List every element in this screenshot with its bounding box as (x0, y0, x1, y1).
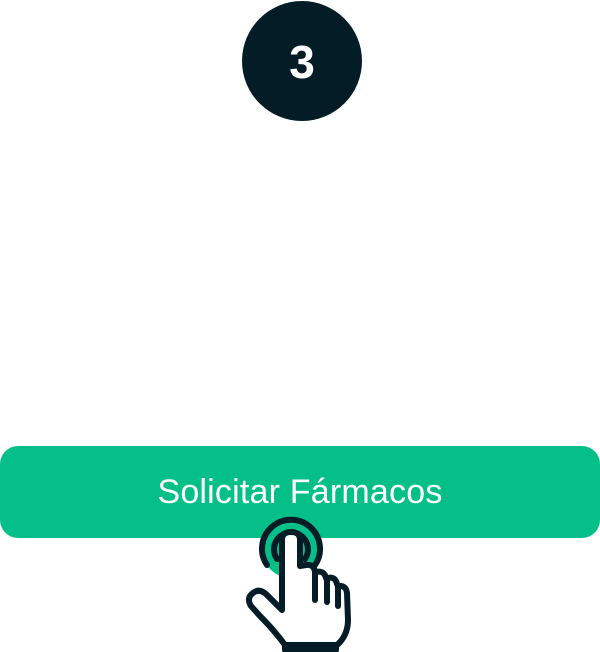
hand-pointer-tap-icon (244, 512, 360, 652)
step-number-badge: 3 (242, 1, 362, 121)
step-number: 3 (289, 36, 315, 88)
